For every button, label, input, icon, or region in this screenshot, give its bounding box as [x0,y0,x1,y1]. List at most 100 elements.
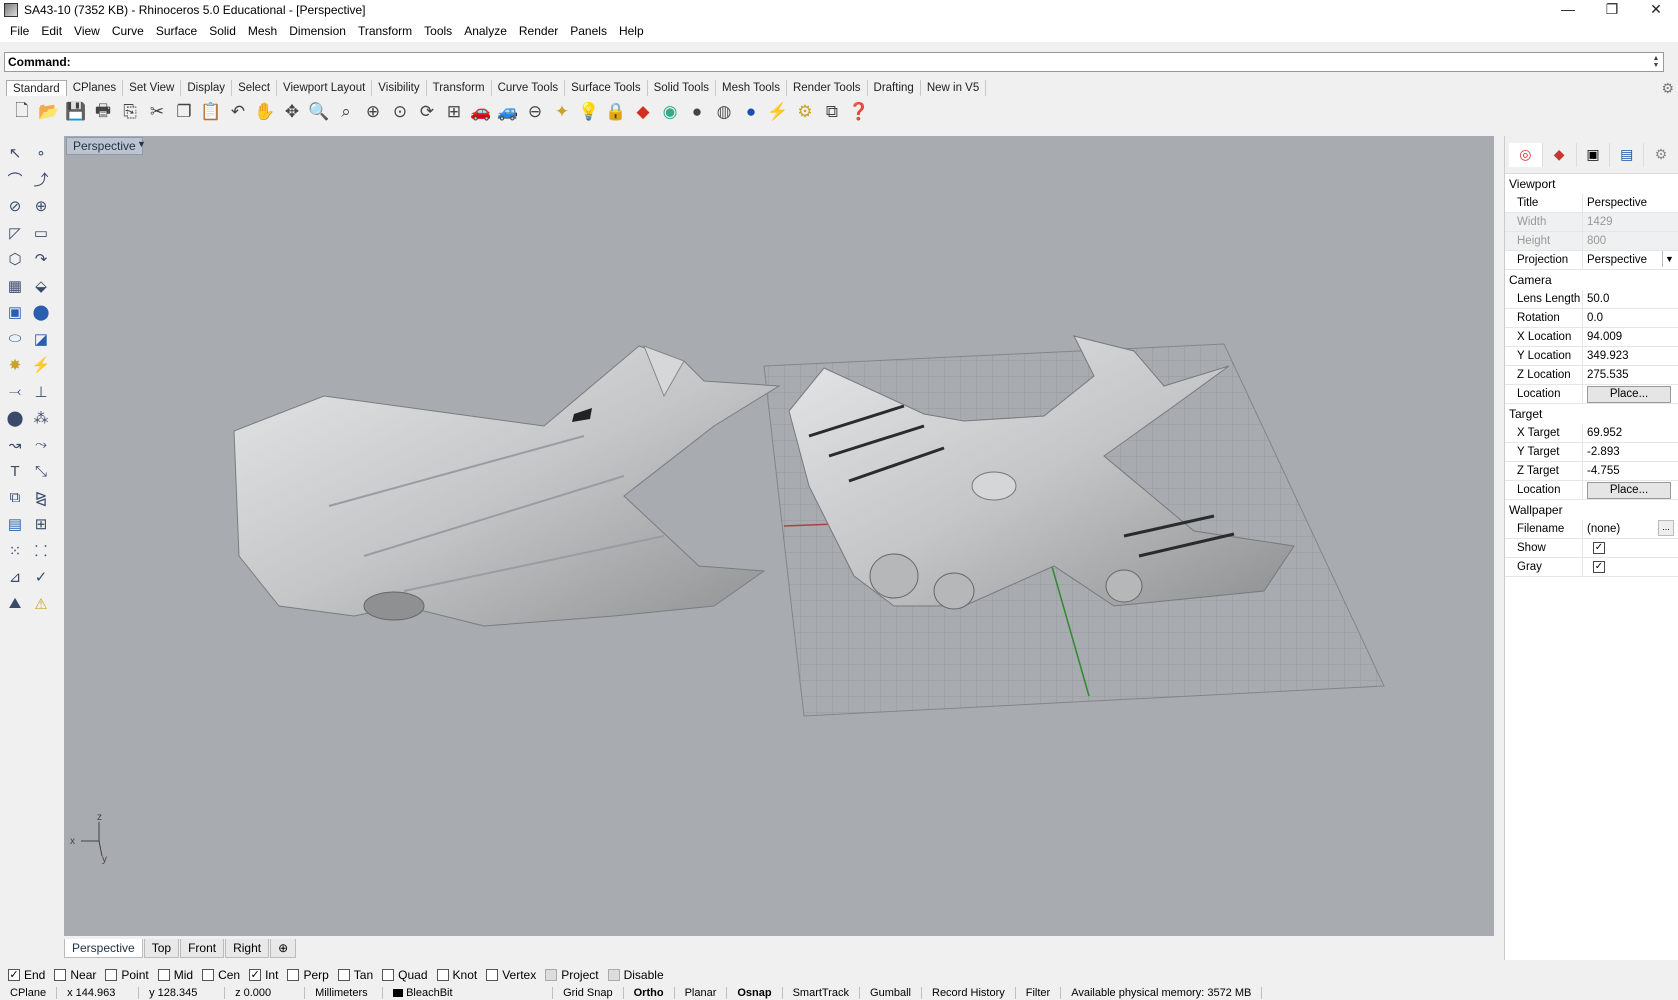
move-icon[interactable]: ⧉ [2,486,28,510]
new-file-icon[interactable]: 🗋 [10,100,34,124]
y-location-input[interactable]: 349.923 [1583,347,1678,365]
open-icon[interactable]: 📂 [37,100,61,124]
add-viewport-tab-icon[interactable]: ⊕ [270,939,297,958]
tab-display[interactable]: Display [181,80,233,96]
menu-edit[interactable]: Edit [35,24,68,38]
menu-help[interactable]: Help [613,24,650,38]
menu-view[interactable]: View [68,24,106,38]
osnap-near[interactable]: Near [54,968,96,982]
menu-tools[interactable]: Tools [418,24,458,38]
panel-settings-gear-icon[interactable]: ⚙ [1644,143,1678,167]
menu-file[interactable]: File [4,24,35,38]
ungroup-icon[interactable]: ⁂ [28,406,54,430]
tab-cplanes[interactable]: CPlanes [67,80,124,96]
help-icon[interactable]: ❓ [847,100,871,124]
shade-icon[interactable]: ● [685,100,709,124]
text-icon[interactable]: T [2,459,28,483]
offset-icon[interactable]: ↝ [2,433,28,457]
tab-front[interactable]: Front [180,939,225,958]
cplane-icon[interactable]: ⊖ [523,100,547,124]
import-icon[interactable]: ⎘ [118,100,142,124]
zoom-window-icon[interactable]: ⌕ [334,100,358,124]
properties-tab-icon[interactable]: ◎ [1509,142,1543,167]
camera-place-button[interactable]: Place... [1587,385,1671,403]
osnap-knot[interactable]: Knot [436,968,477,982]
menu-surface[interactable]: Surface [150,24,203,38]
menu-render[interactable]: Render [513,24,564,38]
status-layer[interactable]: BleachBit [383,987,554,999]
car-outline-icon[interactable]: 🚙 [496,100,520,124]
four-views-icon[interactable]: ⊞ [442,100,466,124]
osnap-tan[interactable]: Tan [337,968,373,982]
z-target-input[interactable]: -4.755 [1583,462,1678,480]
viewport-title[interactable]: Perspective [66,137,143,155]
z-location-input[interactable]: 275.535 [1583,366,1678,384]
copy-icon[interactable]: ❐ [172,100,196,124]
fillet-icon[interactable]: ↷ [28,247,54,271]
status-grid-snap[interactable]: Grid Snap [553,987,624,999]
save-icon[interactable]: 💾 [64,100,88,124]
zoom-icon[interactable]: 🔍 [307,100,331,124]
pan-icon[interactable]: ✋ [253,100,277,124]
tab-solid-tools[interactable]: Solid Tools [648,80,716,96]
show-checkbox[interactable]: ✓ [1593,542,1605,554]
extrude-icon[interactable]: ⬙ [28,274,54,298]
history-icon[interactable]: ⸬ [28,539,54,563]
osnap-cen[interactable]: Cen [202,968,240,982]
mirror-icon[interactable]: ⧎ [28,486,54,510]
light-icon[interactable]: 💡 [577,100,601,124]
flashlight-icon[interactable]: ⚡ [766,100,790,124]
menu-solid[interactable]: Solid [203,24,242,38]
undo-icon[interactable]: ↶ [226,100,250,124]
cut-icon[interactable]: ✂ [145,100,169,124]
tab-standard[interactable]: Standard [6,80,67,96]
split-icon[interactable]: ⚡ [28,353,54,377]
car-icon[interactable]: 🚗 [469,100,493,124]
osnap-point[interactable]: Point [105,968,149,982]
x-target-input[interactable]: 69.952 [1583,424,1678,442]
array-icon[interactable]: ⁙ [2,539,28,563]
drape-icon[interactable]: ⛰ [2,592,28,616]
perspective-viewport[interactable]: z x y Perspective ▼ [64,136,1494,936]
point-icon[interactable]: ∘ [28,141,54,165]
tab-drafting[interactable]: Drafting [868,80,921,96]
tab-surface-tools[interactable]: Surface Tools [565,80,648,96]
group-icon[interactable]: ⬤ [2,406,28,430]
tab-right[interactable]: Right [225,939,270,958]
restore-button[interactable]: ❐ [1590,0,1634,20]
rotation-input[interactable]: 0.0 [1583,309,1678,327]
options-icon[interactable]: ⚙ [793,100,817,124]
prop-title-value[interactable]: Perspective [1583,194,1678,212]
explode-icon[interactable]: ✸ [2,353,28,377]
tab-curve-tools[interactable]: Curve Tools [492,80,566,96]
scale-icon[interactable]: ⤡ [28,459,54,483]
grid-icon[interactable]: ✦ [550,100,574,124]
status-smarttrack[interactable]: SmartTrack [783,987,861,999]
osnap-project[interactable]: Project [545,968,599,982]
ellipse-icon[interactable]: ⊕ [28,194,54,218]
blend-icon[interactable]: ⤳ [28,433,54,457]
status-record-history[interactable]: Record History [922,987,1016,999]
tab-visibility[interactable]: Visibility [372,80,427,96]
viewport-menu-chevron-icon[interactable]: ▼ [137,139,146,149]
x-location-input[interactable]: 94.009 [1583,328,1678,346]
status-planar[interactable]: Planar [675,987,728,999]
tab-transform[interactable]: Transform [427,80,492,96]
tab-set-view[interactable]: Set View [123,80,182,96]
lens-length-input[interactable]: 50.0 [1583,290,1678,308]
display-tab-icon[interactable]: ▣ [1577,142,1611,167]
menu-curve[interactable]: Curve [106,24,150,38]
command-input[interactable] [73,54,1663,70]
polygon-icon[interactable]: ⬡ [2,247,28,271]
material-icon[interactable]: ◆ [631,100,655,124]
status-cplane[interactable]: CPlane [0,987,58,999]
osnap-int[interactable]: ✓ Int [249,968,278,982]
menu-panels[interactable]: Panels [564,24,613,38]
analyze-icon[interactable]: ⊿ [2,565,28,589]
menu-mesh[interactable]: Mesh [242,24,283,38]
close-button[interactable]: ✕ [1634,0,1678,20]
refresh-view-icon[interactable]: ⟳ [415,100,439,124]
trim-icon[interactable]: ⤙ [2,380,28,404]
target-place-button[interactable]: Place... [1587,481,1671,499]
status-units[interactable]: Millimeters [305,987,384,999]
